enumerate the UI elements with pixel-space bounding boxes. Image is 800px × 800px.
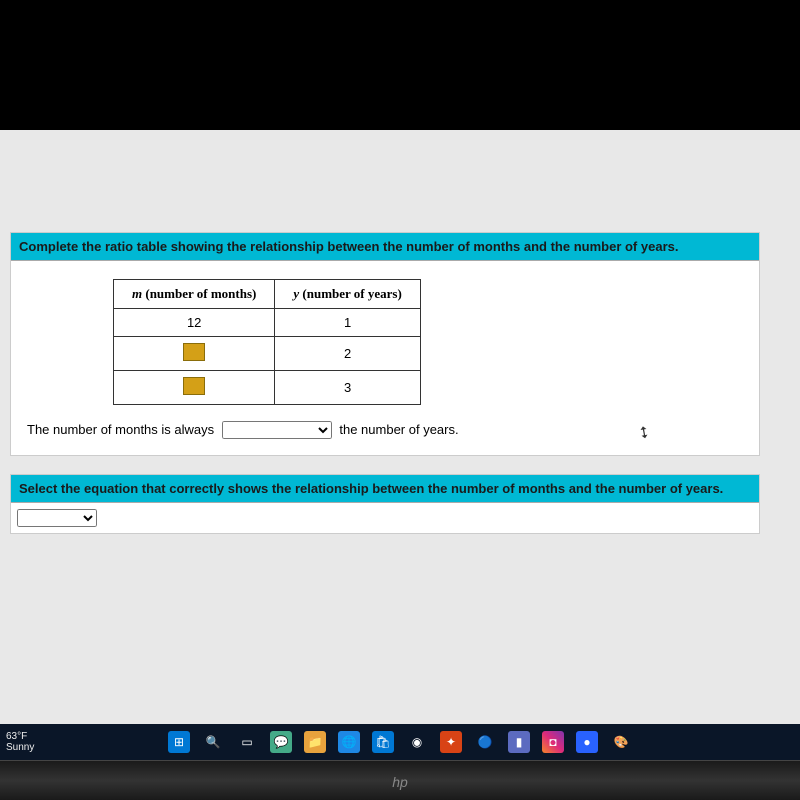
app-icon[interactable]: ◉: [406, 731, 428, 753]
cell-y-2: 2: [275, 337, 420, 371]
content-area: Complete the ratio table showing the rel…: [0, 130, 800, 730]
cell-m-3[interactable]: [114, 371, 275, 405]
answer-input-m2[interactable]: [183, 343, 205, 361]
weather-widget[interactable]: 63°F Sunny: [6, 731, 34, 753]
equation-dropdown[interactable]: [17, 509, 97, 527]
cell-y-1: 1: [275, 309, 420, 337]
table-row: 2: [114, 337, 421, 371]
cell-m-1: 12: [114, 309, 275, 337]
windows-start-icon[interactable]: ⊞: [168, 731, 190, 753]
instagram-icon[interactable]: ◘: [542, 731, 564, 753]
store-icon[interactable]: 🛍: [372, 731, 394, 753]
col-header-y: y (number of years): [275, 280, 420, 309]
app-icon-3[interactable]: ▮: [508, 731, 530, 753]
search-icon[interactable]: 🔍: [202, 731, 224, 753]
relationship-dropdown[interactable]: [222, 421, 332, 439]
app-icon-4[interactable]: ●: [576, 731, 598, 753]
sentence-before: The number of months is always: [27, 422, 218, 437]
chat-icon[interactable]: 💬: [270, 731, 292, 753]
taskbar: 63°F Sunny ⊞ 🔍 ▭ 💬 📁 🌐 🛍 ◉ ✦ 🔵 ▮ ◘ ● 🎨: [0, 724, 800, 760]
col-header-m: m (number of months): [114, 280, 275, 309]
app-icon-5[interactable]: 🎨: [610, 731, 632, 753]
section-header-2: Select the equation that correctly shows…: [11, 475, 759, 503]
edge-icon[interactable]: 🌐: [338, 731, 360, 753]
ratio-table: m (number of months) y (number of years)…: [113, 279, 421, 405]
ratio-table-section: Complete the ratio table showing the rel…: [10, 232, 760, 456]
table-row: 3: [114, 371, 421, 405]
weather-temp: 63°F: [6, 731, 34, 742]
answer-input-m3[interactable]: [183, 377, 205, 395]
sentence-after: the number of years.: [339, 422, 458, 437]
section-header-1: Complete the ratio table showing the rel…: [11, 233, 759, 261]
fill-sentence: The number of months is always the numbe…: [23, 419, 747, 443]
weather-desc: Sunny: [6, 742, 34, 753]
cell-m-2[interactable]: [114, 337, 275, 371]
table-header-row: m (number of months) y (number of years): [114, 280, 421, 309]
cell-y-3: 3: [275, 371, 420, 405]
hp-logo: hp: [392, 774, 408, 790]
chrome-icon[interactable]: 🔵: [474, 731, 496, 753]
equation-section: Select the equation that correctly shows…: [10, 474, 760, 534]
task-view-icon[interactable]: ▭: [236, 731, 258, 753]
file-explorer-icon[interactable]: 📁: [304, 731, 326, 753]
section-body-2: [11, 503, 759, 533]
table-row: 12 1: [114, 309, 421, 337]
app-icon-2[interactable]: ✦: [440, 731, 462, 753]
